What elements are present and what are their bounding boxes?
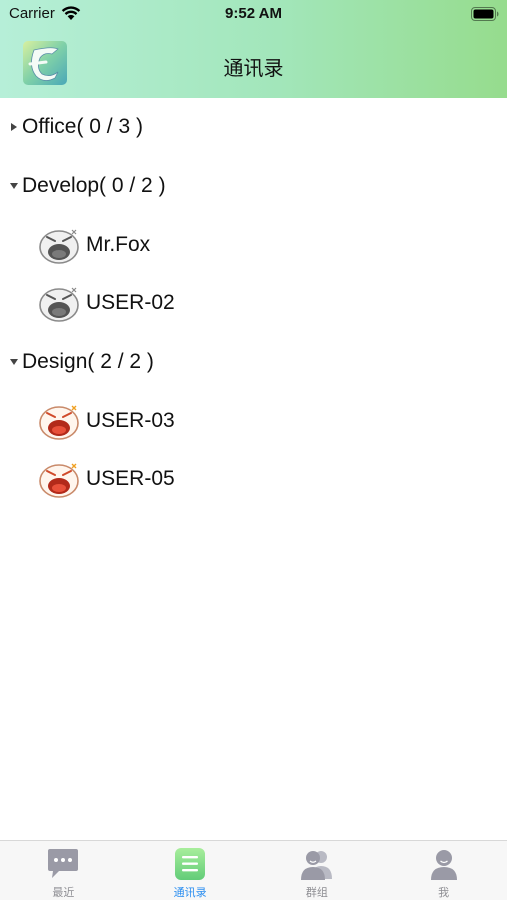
group-label: Design( 2 / 2 ) (22, 350, 154, 374)
chat-bubble-icon (48, 849, 79, 878)
status-bar: Carrier 9:52 AM (0, 0, 507, 28)
battery-icon (471, 7, 499, 21)
person-icon (430, 850, 457, 880)
collapsed-triangle-icon (11, 123, 17, 132)
offline-avatar-icon (39, 229, 79, 264)
tab-label: 最近 (52, 887, 75, 899)
tab-label: 通讯录 (173, 887, 207, 899)
navigation-bar: 通讯录 (0, 28, 507, 98)
group-label: Office( 0 / 3 ) (22, 115, 143, 139)
tab-me[interactable]: 我 (380, 841, 507, 901)
contact-list: Office( 0 / 3 ) Develop( 0 / 2 ) Mr.Fox … (0, 98, 507, 509)
contact-row-user-05[interactable]: USER-05 (0, 450, 507, 509)
group-row-develop[interactable]: Develop( 0 / 2 ) (0, 157, 507, 216)
contact-name: Mr.Fox (86, 232, 151, 256)
contact-row-user-02[interactable]: USER-02 (0, 274, 507, 333)
group-row-design[interactable]: Design( 2 / 2 ) (0, 333, 507, 392)
contact-name: USER-02 (86, 291, 175, 315)
group-row-office[interactable]: Office( 0 / 3 ) (0, 98, 507, 157)
contact-row-user-03[interactable]: USER-03 (0, 391, 507, 450)
tab-label: 群组 (305, 887, 328, 899)
online-avatar-icon (39, 405, 79, 440)
tab-label: 我 (438, 887, 450, 899)
contacts-list-icon (175, 848, 206, 880)
contact-row-mr-fox[interactable]: Mr.Fox (0, 215, 507, 274)
tab-contacts[interactable]: 通讯录 (127, 841, 254, 901)
expanded-triangle-icon (10, 359, 18, 366)
online-avatar-icon (39, 463, 79, 499)
tab-recent[interactable]: 最近 (0, 841, 127, 901)
group-label: Develop( 0 / 2 ) (22, 174, 166, 198)
tab-bar: 最近 通讯录 群组 我 (0, 840, 507, 900)
page-title: 通讯录 (223, 58, 284, 80)
offline-avatar-icon (39, 287, 79, 323)
contact-name: USER-05 (86, 467, 175, 491)
clock: 9:52 AM (225, 5, 282, 22)
tab-groups[interactable]: 群组 (254, 841, 381, 901)
group-icon (300, 851, 332, 880)
top-header: Carrier 9:52 AM 通讯录 (0, 0, 507, 98)
contact-name: USER-03 (86, 408, 175, 432)
expanded-triangle-icon (10, 183, 18, 190)
